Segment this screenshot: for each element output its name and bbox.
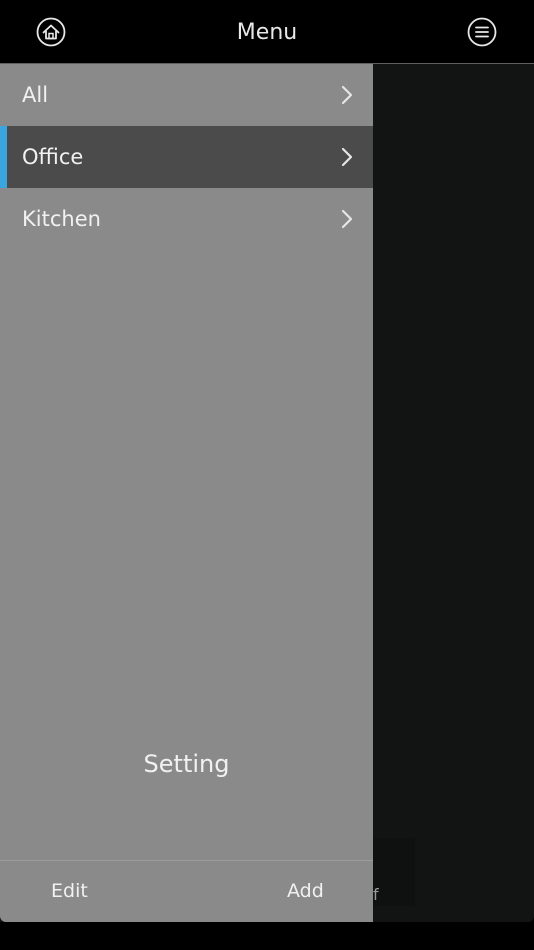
background-device-card (373, 838, 415, 906)
chevron-right-icon (341, 147, 353, 167)
setting-button[interactable]: Setting (0, 750, 373, 778)
page-title: Menu (236, 20, 298, 45)
chevron-right-icon (341, 85, 353, 105)
side-drawer: All Office Kitchen Setting Edit Add (0, 64, 373, 922)
drawer-bottom-bar: Edit Add (0, 860, 373, 922)
hamburger-menu-icon (467, 17, 497, 47)
top-navigation-bar: Menu (0, 0, 534, 64)
menu-item-office[interactable]: Office (0, 126, 373, 188)
background-partial-label: f (373, 885, 379, 904)
menu-item-kitchen[interactable]: Kitchen (0, 188, 373, 250)
add-button[interactable]: Add (287, 861, 324, 922)
app-screen: f Menu All Office Kitchen Setting Edit A… (0, 0, 534, 950)
menu-item-label: All (22, 83, 49, 107)
edit-button[interactable]: Edit (51, 861, 88, 922)
chevron-right-icon (341, 209, 353, 229)
menu-item-label: Kitchen (22, 207, 101, 231)
menu-button[interactable] (467, 17, 497, 47)
menu-item-all[interactable]: All (0, 64, 373, 126)
selected-indicator (0, 126, 7, 188)
menu-item-label: Office (22, 145, 84, 169)
